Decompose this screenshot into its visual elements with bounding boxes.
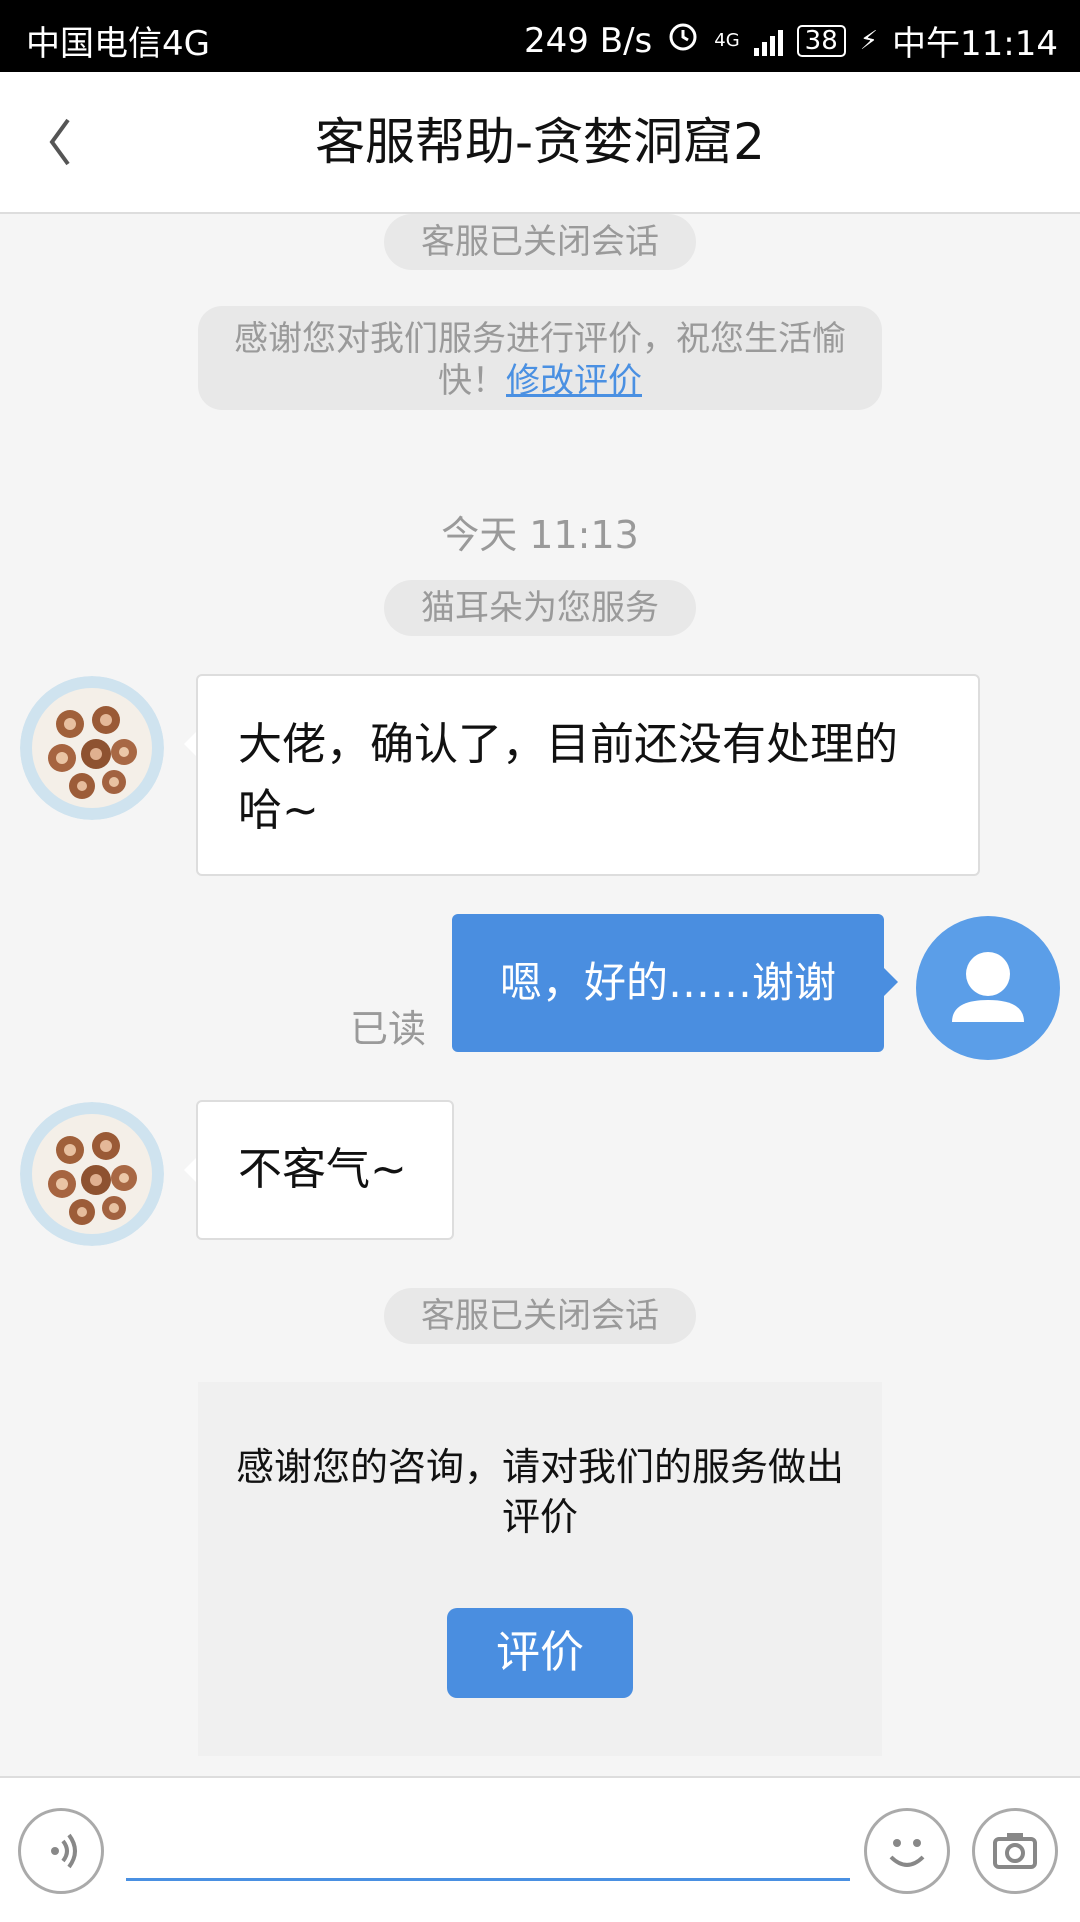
input-bar xyxy=(0,1776,1080,1922)
status-bar: 中国电信4G 249 B/s 4G 38 ⚡ 中午11:14 xyxy=(0,0,1080,72)
rating-thanks-notice: 感谢您对我们服务进行评价，祝您生活愉快！修改评价 xyxy=(198,306,882,410)
back-chevron-icon[interactable] xyxy=(40,112,80,172)
network-speed: 249 B/s xyxy=(524,20,653,61)
rating-card: 感谢您的咨询，请对我们的服务做出评价 评价 xyxy=(198,1382,882,1756)
chat-header: 客服帮助-贪婪洞窟2 xyxy=(0,72,1080,214)
rate-button[interactable]: 评价 xyxy=(447,1608,633,1698)
emoji-button[interactable] xyxy=(864,1808,950,1894)
user-avatar[interactable] xyxy=(916,916,1060,1060)
read-status: 已读 xyxy=(350,1007,427,1051)
message-input[interactable] xyxy=(126,1812,850,1881)
alarm-icon xyxy=(666,19,700,62)
session-closed-notice: 客服已关闭会话 xyxy=(384,214,696,270)
status-icons: 249 B/s 4G 38 ⚡ 中午11:14 xyxy=(524,16,1058,65)
camera-button[interactable] xyxy=(972,1808,1058,1894)
agent-message-text: 大佬，确认了，目前还没有处理的哈~ xyxy=(238,719,898,836)
timestamp: 今天 11:13 xyxy=(441,513,639,557)
page-title: 客服帮助-贪婪洞窟2 xyxy=(315,113,765,171)
network-type-icon: 4G xyxy=(714,30,740,51)
session-closed-notice: 客服已关闭会话 xyxy=(384,1288,696,1344)
signal-icon xyxy=(753,26,783,56)
bubble-tail xyxy=(884,968,898,996)
voice-input-button[interactable] xyxy=(18,1808,104,1894)
agent-service-notice: 猫耳朵为您服务 xyxy=(384,580,696,636)
agent-avatar[interactable] xyxy=(20,676,164,820)
modify-rating-link[interactable]: 修改评价 xyxy=(506,361,642,401)
agent-message-text: 不客气~ xyxy=(238,1144,407,1195)
agent-message-bubble: 不客气~ xyxy=(196,1100,454,1240)
agent-message-bubble: 大佬，确认了，目前还没有处理的哈~ xyxy=(196,674,980,876)
user-message-text: 嗯，好的……谢谢 xyxy=(499,958,836,1007)
agent-avatar[interactable] xyxy=(20,1102,164,1246)
carrier-label: 中国电信4G xyxy=(26,24,210,64)
rating-prompt: 感谢您的咨询，请对我们的服务做出评价 xyxy=(235,1445,844,1539)
charging-icon: ⚡ xyxy=(859,25,879,56)
user-message-bubble: 嗯，好的……谢谢 xyxy=(452,914,884,1052)
clock: 中午11:14 xyxy=(892,24,1058,64)
battery-icon: 38 xyxy=(796,24,846,57)
